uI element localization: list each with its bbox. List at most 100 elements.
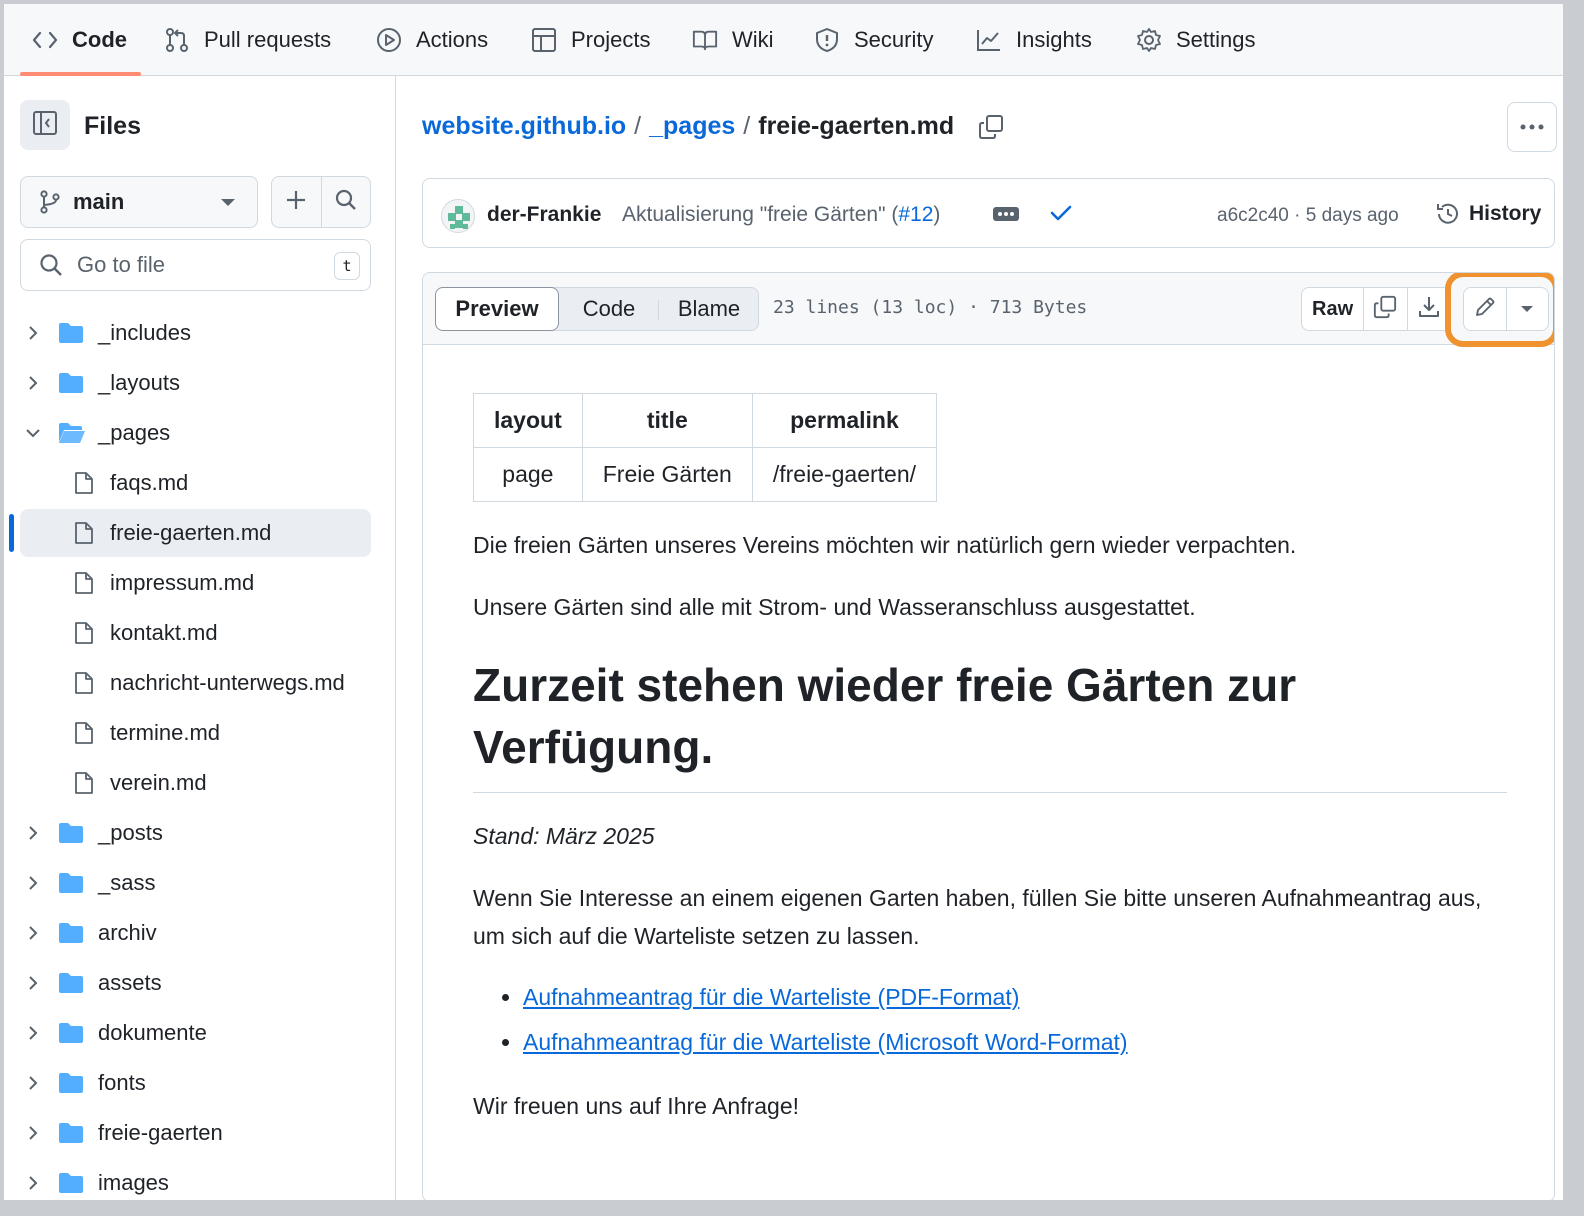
folder-icon (58, 1172, 84, 1194)
tab-code[interactable]: Code (20, 4, 141, 76)
tree-folder-freie-gaerten[interactable]: freie-gaerten (20, 1109, 371, 1157)
tree-file-verein.md[interactable]: verein.md (20, 759, 371, 807)
kebab-horizontal-icon (1519, 118, 1545, 136)
pdf-form-link[interactable]: Aufnahmeantrag für die Warteliste (PDF-F… (523, 984, 1019, 1010)
copy-icon (1373, 295, 1397, 324)
chevron-down-icon[interactable] (24, 424, 42, 442)
commit-message-text: Aktualisierung "freie Gärten" ( (622, 203, 899, 226)
chevron-right-icon[interactable] (24, 1074, 42, 1092)
search-icon (335, 189, 357, 216)
word-form-link[interactable]: Aufnahmeantrag für die Warteliste (Micro… (523, 1029, 1128, 1055)
tab-pull-requests[interactable]: Pull requests (164, 4, 331, 76)
tab-actions[interactable]: Actions (376, 4, 488, 76)
chevron-right-icon[interactable] (24, 324, 42, 342)
file-content-box: Preview Code Blame 23 lines (13 loc) · 7… (422, 272, 1555, 1200)
check-icon[interactable] (1049, 201, 1073, 230)
copy-path-icon[interactable] (978, 114, 1004, 140)
more-options-button[interactable] (1507, 102, 1557, 152)
tree-folder-archiv[interactable]: archiv (20, 909, 371, 957)
tree-folder-_sass[interactable]: _sass (20, 859, 371, 907)
tab-security[interactable]: Security (814, 4, 933, 76)
tree-file-kontakt.md[interactable]: kontakt.md (20, 609, 371, 657)
tab-wiki[interactable]: Wiki (692, 4, 774, 76)
tree-folder-fonts[interactable]: fonts (20, 1059, 371, 1107)
folder-icon (58, 322, 84, 344)
list-item: Aufnahmeantrag für die Warteliste (Micro… (523, 1020, 1507, 1065)
plus-icon (285, 189, 307, 216)
commit-sha-and-date[interactable]: a6c2c40 · 5 days ago (1217, 205, 1399, 227)
tree-item-label: verein.md (110, 770, 207, 795)
history-button[interactable]: History (1435, 201, 1541, 227)
tree-folder-images[interactable]: images (20, 1159, 371, 1200)
search-files-button[interactable] (320, 177, 371, 227)
tree-item-label: nachricht-unterwegs.md (110, 670, 345, 695)
tree-file-freie-gaerten.md[interactable]: freie-gaerten.md (20, 509, 371, 557)
go-to-file-input[interactable]: Go to file t (20, 239, 371, 291)
copy-raw-button[interactable] (1363, 288, 1406, 330)
code-icon (32, 27, 58, 53)
tab-preview[interactable]: Preview (435, 287, 559, 331)
chevron-right-icon[interactable] (24, 374, 42, 392)
paragraph: Wenn Sie Interesse an einem eigenen Gart… (473, 885, 1482, 949)
table-cell: Freie Gärten (581, 447, 753, 502)
tree-item-label: faqs.md (110, 470, 189, 495)
pr-link[interactable]: #12 (898, 203, 933, 226)
tab-code-view[interactable]: Code (560, 288, 658, 330)
tree-folder-_includes[interactable]: _includes (20, 309, 371, 357)
tree-folder-_pages[interactable]: _pages (20, 409, 371, 457)
file-icon (74, 621, 94, 645)
table-cell: /freie-gaerten/ (751, 447, 938, 502)
heading: Zurzeit stehen wieder freie Gärten zur V… (473, 654, 1507, 793)
tree-file-nachricht-unterwegs.md[interactable]: nachricht-unterwegs.md (20, 659, 371, 707)
table-row: layout title permalink (473, 393, 938, 448)
tab-projects[interactable]: Projects (531, 4, 650, 76)
tree-folder-_layouts[interactable]: _layouts (20, 359, 371, 407)
commit-author-link[interactable]: der-Frankie (487, 203, 601, 227)
raw-button[interactable]: Raw (1302, 288, 1363, 330)
latest-commit-bar: der-Frankie Aktualisierung "freie Gärten… (422, 178, 1555, 248)
collapse-sidebar-button[interactable] (20, 100, 70, 150)
avatar[interactable] (441, 199, 475, 233)
chevron-right-icon[interactable] (24, 974, 42, 992)
tree-file-faqs.md[interactable]: faqs.md (20, 459, 371, 507)
tab-blame[interactable]: Blame (659, 288, 759, 330)
chevron-right-icon[interactable] (24, 874, 42, 892)
tree-folder-_posts[interactable]: _posts (20, 809, 371, 857)
sidebar-collapse-icon (32, 110, 58, 141)
tab-settings[interactable]: Settings (1136, 4, 1256, 76)
chevron-right-icon[interactable] (24, 1024, 42, 1042)
tab-insights[interactable]: Insights (976, 4, 1092, 76)
table-header: permalink (751, 393, 938, 448)
file-header: Preview Code Blame 23 lines (13 loc) · 7… (423, 273, 1554, 347)
tree-item-label: _layouts (98, 370, 180, 395)
breadcrumb-repo-link[interactable]: website.github.io (422, 112, 626, 141)
tree-folder-dokumente[interactable]: dokumente (20, 1009, 371, 1057)
chevron-right-icon[interactable] (24, 824, 42, 842)
tab-label: Projects (571, 27, 651, 52)
commit-message[interactable]: Aktualisierung "freie Gärten" (#12) (622, 203, 940, 227)
tree-folder-assets[interactable]: assets (20, 959, 371, 1007)
tree-item-label: dokumente (98, 1020, 207, 1045)
chevron-right-icon[interactable] (24, 924, 42, 942)
branch-selector[interactable]: main (20, 176, 258, 228)
tree-actions (271, 176, 371, 228)
branch-icon (39, 190, 61, 214)
pull-request-icon (164, 27, 190, 53)
paragraph: Wir freuen uns auf Ihre Anfrage! (473, 1093, 800, 1119)
download-raw-button[interactable] (1406, 288, 1450, 330)
table-header: title (581, 393, 753, 448)
chevron-right-icon[interactable] (24, 1124, 42, 1142)
expand-commit-message-icon[interactable] (993, 207, 1019, 221)
tree-item-label: images (98, 1170, 169, 1195)
add-file-button[interactable] (272, 177, 321, 227)
tree-file-impressum.md[interactable]: impressum.md (20, 559, 371, 607)
table-header: layout (473, 393, 583, 448)
breadcrumb-separator: / (743, 112, 751, 140)
tree-file-termine.md[interactable]: termine.md (20, 709, 371, 757)
breadcrumb-folder-link[interactable]: _pages (649, 112, 735, 141)
folder-icon (58, 822, 84, 844)
tree-item-label: _includes (98, 320, 191, 345)
frontmatter-table: layout title permalink page Freie Gärten… (473, 393, 938, 502)
chevron-right-icon[interactable] (24, 1174, 42, 1192)
tree-item-label: freie-gaerten.md (110, 520, 272, 545)
